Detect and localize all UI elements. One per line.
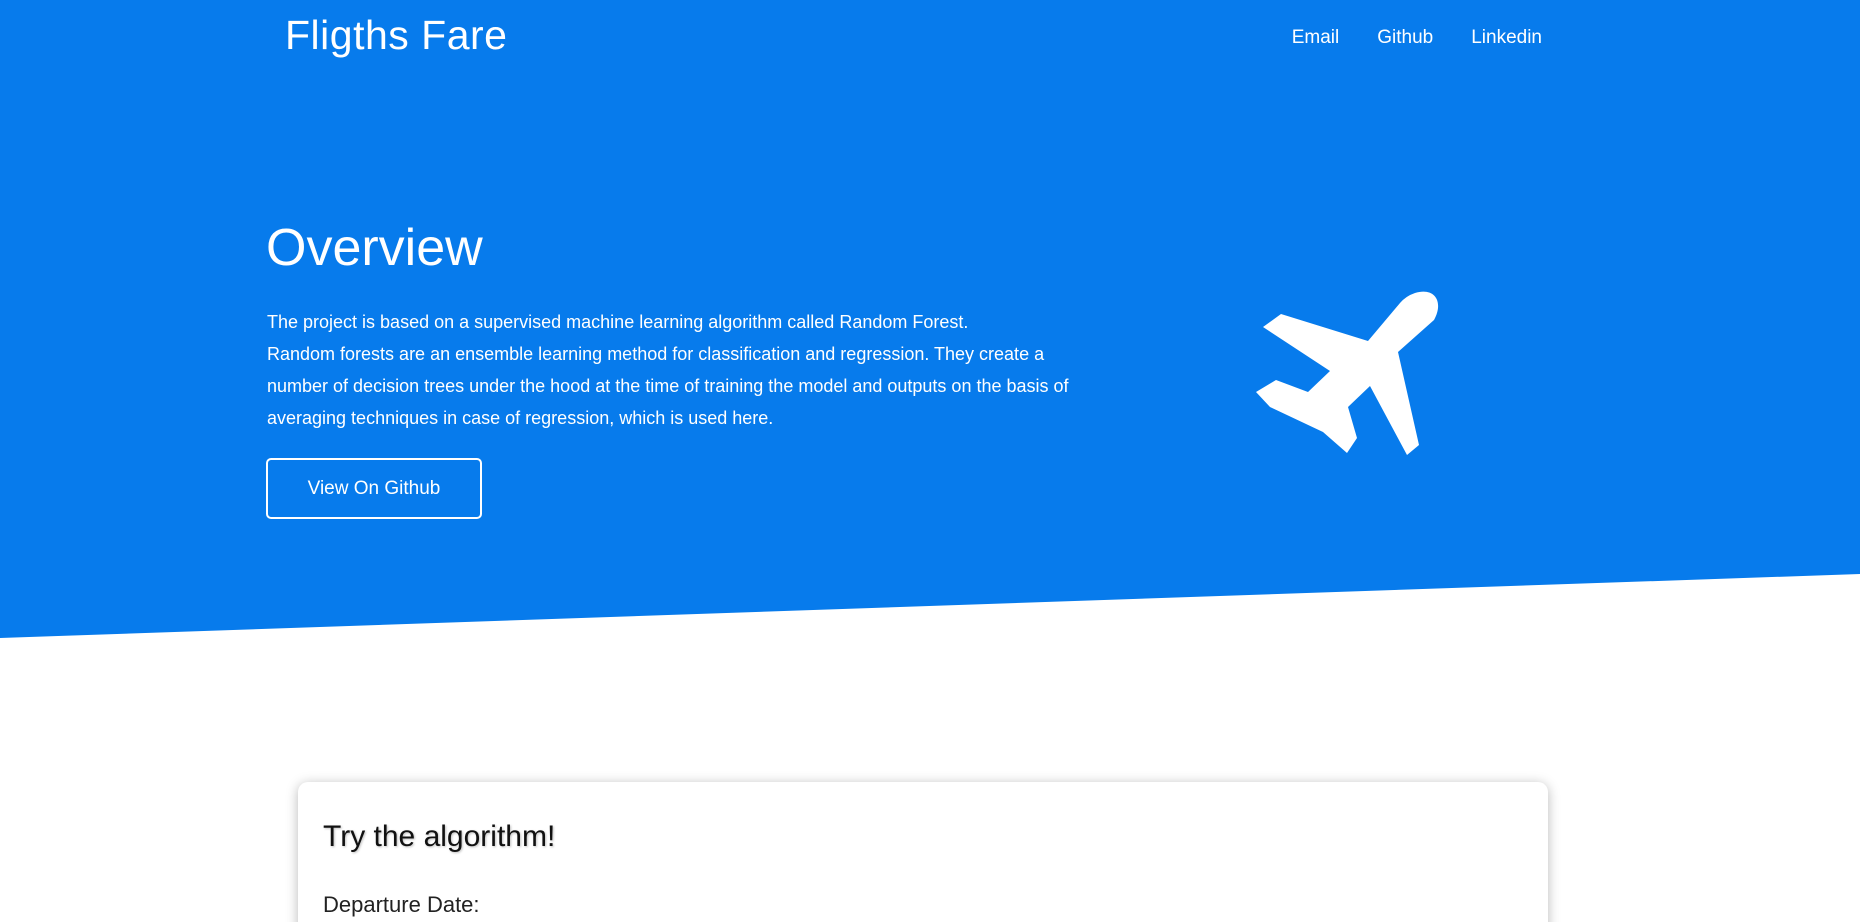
page: Fligths Fare Email Github Linkedin Overv…: [0, 0, 1860, 922]
nav-link-github[interactable]: Github: [1377, 27, 1433, 49]
departure-date-label: Departure Date:: [323, 892, 480, 917]
overview-title: Overview: [266, 219, 483, 277]
nav-links: Email Github Linkedin: [1292, 27, 1542, 49]
view-on-github-button[interactable]: View On Github: [266, 458, 482, 519]
nav-link-email[interactable]: Email: [1292, 27, 1340, 49]
prediction-form-card: Try the algorithm! Departure Date:: [298, 782, 1548, 922]
overview-paragraph-2: Random forests are an ensemble learning …: [267, 344, 1069, 428]
overview-description: The project is based on a supervised mac…: [267, 306, 1107, 434]
brand-logo[interactable]: Fligths Fare: [285, 12, 507, 59]
navbar: Fligths Fare Email Github Linkedin: [0, 0, 1860, 80]
nav-link-linkedin[interactable]: Linkedin: [1471, 27, 1542, 49]
airplane-icon: [1250, 290, 1440, 465]
form-title: Try the algorithm!: [323, 820, 556, 853]
overview-paragraph-1: The project is based on a supervised mac…: [267, 312, 969, 332]
